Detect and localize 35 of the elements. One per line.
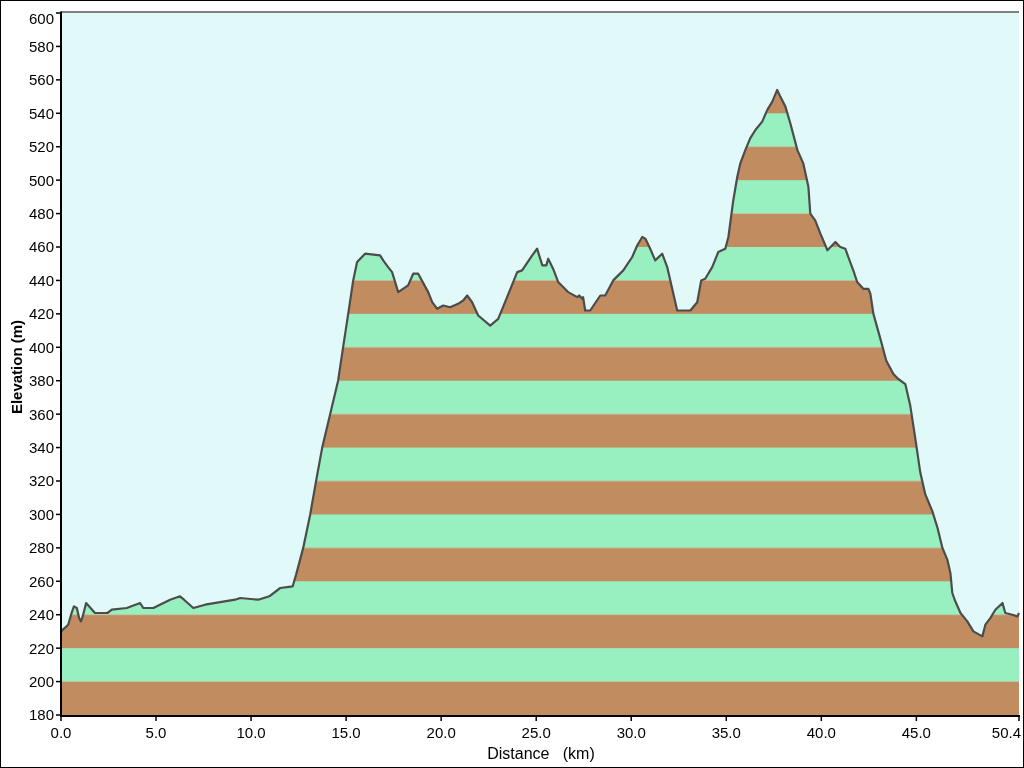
- y-tick-label: 560: [28, 71, 54, 89]
- y-tick-label: 600: [28, 9, 54, 27]
- y-tick-label: 220: [28, 639, 54, 657]
- y-tick-label: 480: [28, 204, 54, 222]
- x-tick-label: 20.0: [426, 724, 456, 741]
- y-tick-label: 180: [28, 706, 54, 724]
- x-tick-label: 25.0: [521, 724, 551, 741]
- x-tick-label: 0.0: [50, 724, 72, 741]
- x-tick-label: 40.0: [806, 724, 836, 741]
- y-axis-title: Elevation (m): [8, 319, 25, 415]
- y-tick-label: 580: [28, 37, 54, 55]
- y-tick-label: 460: [28, 238, 54, 256]
- y-tick-label: 260: [28, 572, 54, 590]
- x-tick-label: 10.0: [236, 724, 266, 741]
- y-tick-label: 340: [28, 438, 54, 456]
- y-tick-label: 320: [28, 472, 54, 490]
- x-axis-title: Distance (km): [487, 745, 595, 762]
- y-tick-label: 540: [28, 104, 54, 122]
- x-tick-label: 45.0: [901, 724, 931, 741]
- y-tick-label: 400: [28, 338, 54, 356]
- y-tick-label: 380: [28, 372, 54, 390]
- y-tick-label: 520: [28, 138, 54, 156]
- x-tick-label: 50.4: [991, 724, 1021, 741]
- x-tick-label: 30.0: [616, 724, 646, 741]
- y-tick-label: 420: [28, 305, 54, 323]
- y-tick-label: 440: [28, 271, 54, 289]
- x-tick-label: 35.0: [711, 724, 741, 741]
- y-tick-label: 240: [28, 606, 54, 624]
- y-tick-label: 500: [28, 171, 54, 189]
- y-tick-label: 280: [28, 539, 54, 557]
- x-tick-label: 15.0: [331, 724, 361, 741]
- y-tick-label: 300: [28, 505, 54, 523]
- y-tick-label: 360: [28, 405, 54, 423]
- y-tick-label: 200: [28, 672, 54, 690]
- x-tick-label: 5.0: [145, 724, 167, 741]
